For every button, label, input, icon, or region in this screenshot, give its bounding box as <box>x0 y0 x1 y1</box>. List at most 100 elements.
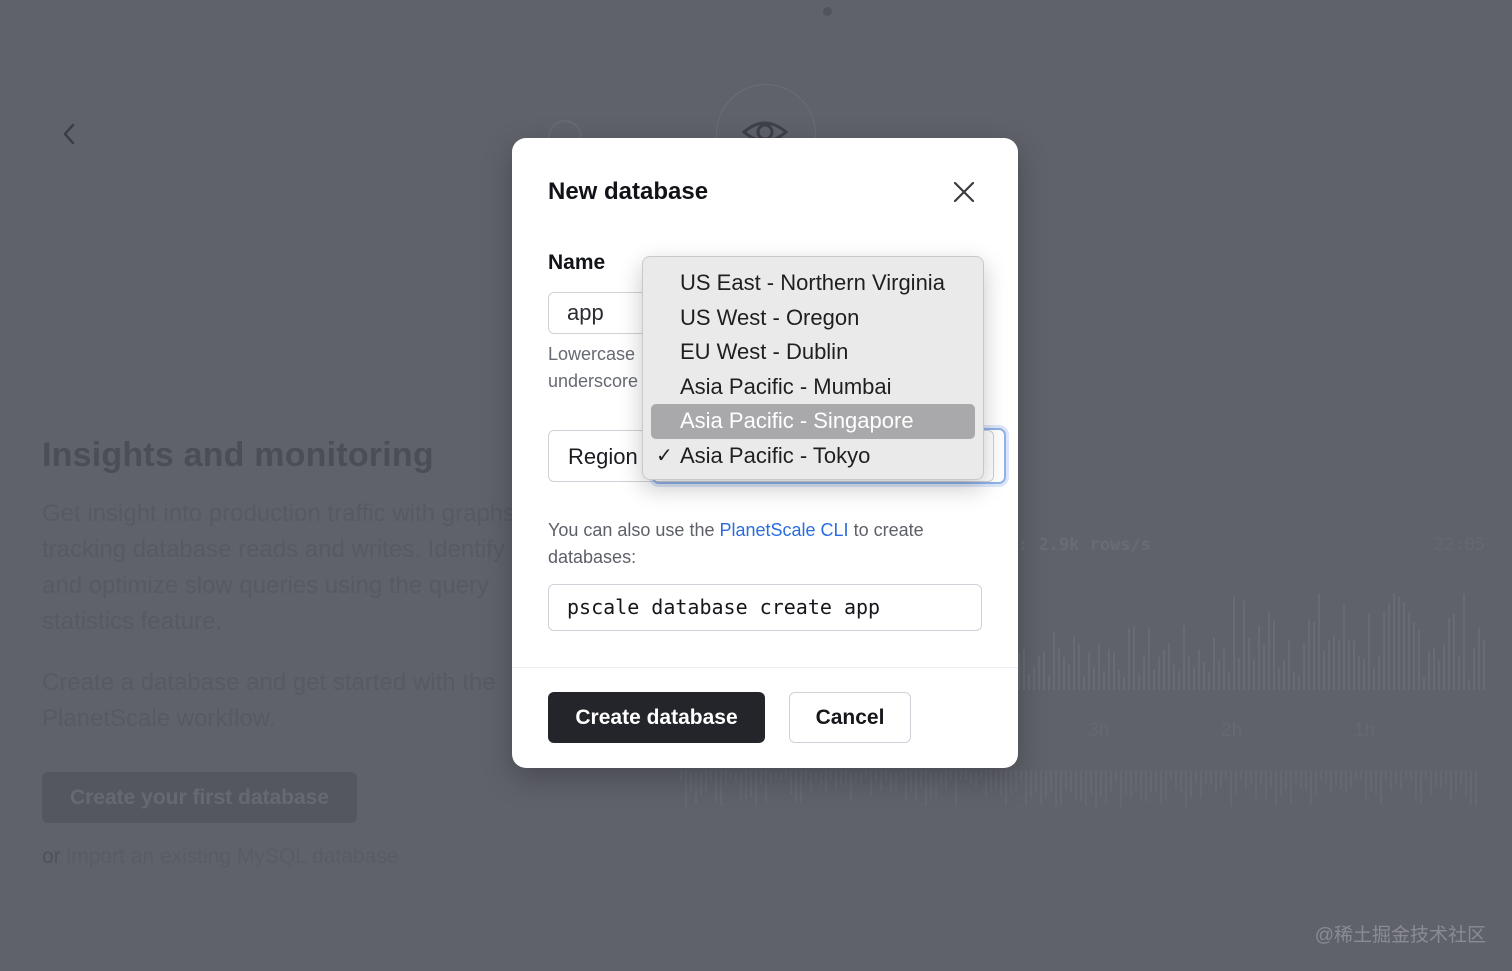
workflow-description: Create a database and get started with t… <box>42 669 496 732</box>
activity-bar <box>925 770 927 806</box>
close-icon[interactable] <box>950 178 978 206</box>
region-option-eu-west[interactable]: EU West - Dublin <box>651 335 975 370</box>
traffic-bar <box>1248 637 1250 690</box>
traffic-bar <box>1298 675 1300 690</box>
chart-time-readout: 22:05 <box>1434 535 1486 555</box>
activity-bar <box>965 770 967 781</box>
activity-bar <box>890 770 892 793</box>
activity-bar <box>1225 770 1227 779</box>
status-dot <box>823 7 832 16</box>
traffic-bar <box>1263 643 1265 690</box>
activity-bar <box>935 770 937 798</box>
traffic-bar <box>1473 647 1475 690</box>
activity-bar <box>695 770 697 805</box>
activity-bar <box>730 770 732 779</box>
traffic-bar <box>1118 670 1120 690</box>
traffic-bar <box>1033 666 1035 690</box>
import-prefix: or <box>42 845 61 868</box>
traffic-bar <box>1398 596 1400 690</box>
activity-bar <box>1350 770 1352 788</box>
traffic-bar <box>1323 650 1325 690</box>
activity-bar <box>685 770 687 808</box>
traffic-bar <box>1463 593 1465 690</box>
activity-bar <box>1445 770 1447 785</box>
traffic-bar <box>1143 655 1145 690</box>
activity-bar <box>1175 770 1177 790</box>
region-option-mumbai[interactable]: Asia Pacific - Mumbai <box>651 370 975 405</box>
traffic-bar <box>1268 611 1270 690</box>
activity-bar <box>1470 770 1472 805</box>
region-option-us-east[interactable]: US East - Northern Virginia <box>651 266 975 301</box>
activity-bar <box>1370 770 1372 792</box>
activity-bar <box>1400 770 1402 790</box>
region-option-label: Asia Pacific - Singapore <box>680 408 914 434</box>
activity-bar <box>725 770 727 786</box>
activity-bar <box>1345 770 1347 794</box>
region-option-singapore[interactable]: Asia Pacific - Singapore <box>651 404 975 439</box>
activity-bar <box>1060 770 1062 805</box>
traffic-bar <box>1378 655 1380 690</box>
traffic-bar <box>1423 677 1425 690</box>
activity-bar <box>690 770 692 792</box>
region-option-label: US East - Northern Virginia <box>680 270 945 295</box>
activity-bar <box>1015 770 1017 791</box>
traffic-bar <box>1308 618 1310 690</box>
activity-bar <box>1000 770 1002 795</box>
traffic-bar <box>1433 647 1435 690</box>
activity-bar <box>895 770 897 791</box>
traffic-bar <box>1453 613 1455 690</box>
checkmark-icon: ✓ <box>656 444 673 467</box>
planetscale-cli-link[interactable]: PlanetScale CLI <box>719 520 848 540</box>
activity-bar <box>1390 770 1392 791</box>
activity-bar <box>1415 770 1417 800</box>
activity-bar <box>900 770 902 779</box>
traffic-bar <box>1103 671 1105 690</box>
traffic-bar <box>1148 627 1150 690</box>
activity-bar <box>1270 770 1272 788</box>
activity-bar <box>1140 770 1142 801</box>
activity-bar <box>835 770 837 789</box>
create-first-database-button[interactable]: Create your first database <box>42 772 357 823</box>
activity-bar <box>1010 770 1012 794</box>
import-database-link[interactable]: import an existing MySQL database <box>67 845 399 868</box>
create-database-button[interactable]: Create database <box>548 692 765 743</box>
traffic-bar <box>1283 659 1285 690</box>
traffic-bar <box>1208 671 1210 690</box>
activity-bar <box>1245 770 1247 790</box>
activity-bar <box>1135 770 1137 790</box>
region-option-us-west[interactable]: US West - Oregon <box>651 301 975 336</box>
activity-bar <box>870 770 872 797</box>
activity-bar <box>760 770 762 785</box>
activity-bar <box>880 770 882 791</box>
traffic-bar <box>1258 625 1260 690</box>
activity-bar <box>710 770 712 782</box>
activity-bar <box>1460 770 1462 785</box>
activity-bar <box>1090 770 1092 795</box>
traffic-bar <box>1168 643 1170 690</box>
activity-bar <box>955 770 957 805</box>
activity-bar <box>1335 770 1337 786</box>
traffic-bar <box>1348 639 1350 690</box>
traffic-bar <box>1058 647 1060 690</box>
traffic-bar <box>1343 604 1345 690</box>
traffic-bar <box>1123 677 1125 690</box>
activity-bar <box>1190 770 1192 798</box>
traffic-bar <box>1108 649 1110 690</box>
activity-bar <box>1080 770 1082 802</box>
traffic-bar <box>1018 653 1020 690</box>
region-option-tokyo[interactable]: ✓ Asia Pacific - Tokyo <box>651 439 975 474</box>
axis-label: 3h <box>1088 720 1110 741</box>
axis-label: 1h <box>1354 720 1376 741</box>
activity-bar <box>1230 770 1232 807</box>
activity-bar <box>1085 770 1087 806</box>
activity-bar <box>1375 770 1377 795</box>
traffic-bar <box>1383 611 1385 690</box>
region-dropdown-menu: US East - Northern Virginia US West - Or… <box>642 256 984 480</box>
cli-command-box[interactable]: pscale database create app <box>548 584 982 631</box>
activity-bar <box>860 770 862 783</box>
activity-bar <box>970 770 972 784</box>
cancel-button[interactable]: Cancel <box>789 692 911 743</box>
activity-bar <box>1430 770 1432 795</box>
traffic-bar <box>1358 656 1360 690</box>
watermark: @稀土掘金技术社区 <box>1314 925 1486 946</box>
